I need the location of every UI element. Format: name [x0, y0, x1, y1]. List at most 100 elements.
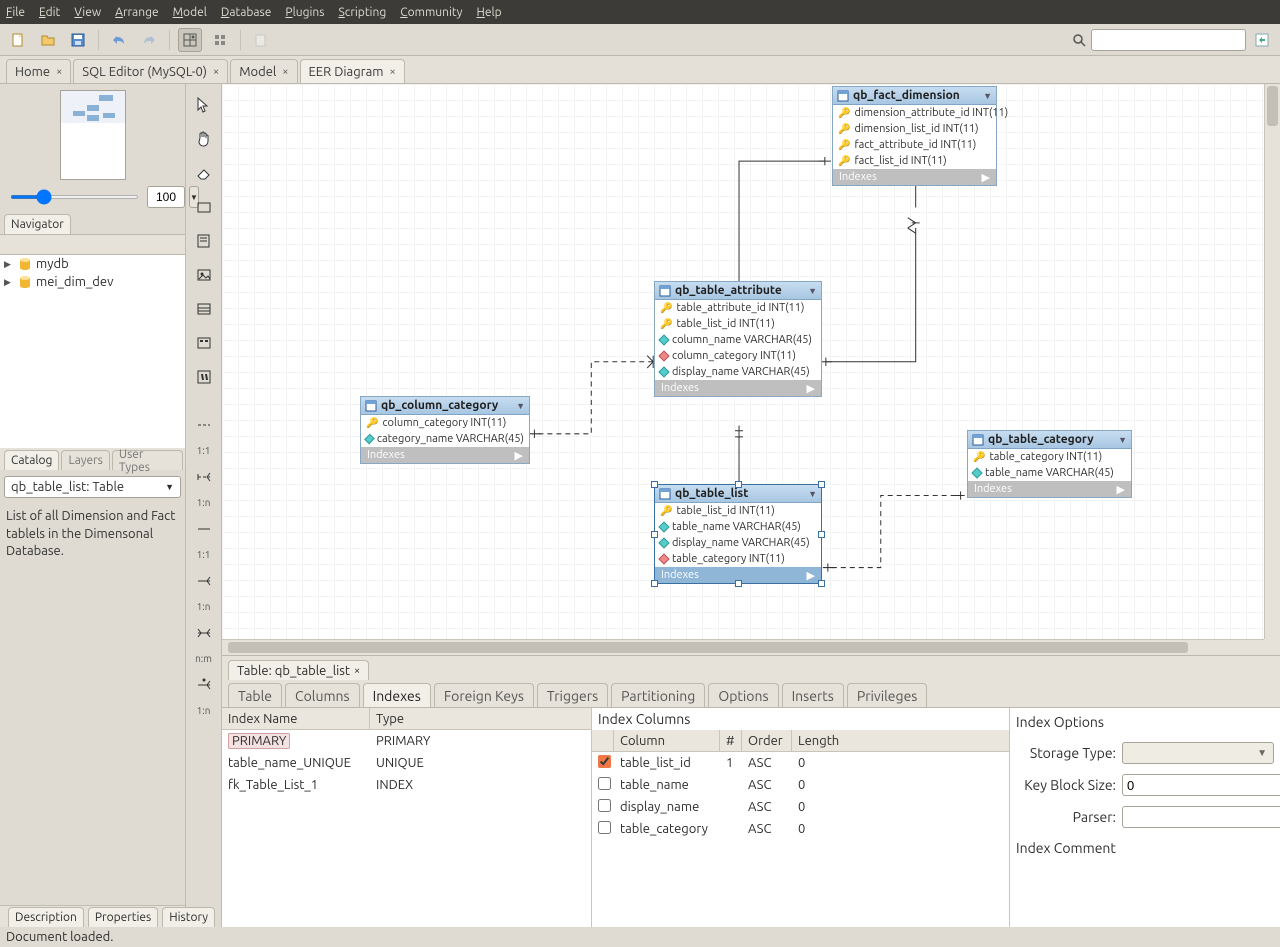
- tool-rel-1n[interactable]: [191, 464, 217, 490]
- entity-qb-table-list[interactable]: qb_table_list▼ 🔑table_list_id INT(11) ta…: [654, 484, 822, 584]
- editor-tab-partitioning[interactable]: Partitioning: [611, 683, 705, 707]
- entity-qb-table-category[interactable]: qb_table_category▼ 🔑table_category INT(1…: [967, 430, 1132, 498]
- close-icon[interactable]: ×: [282, 66, 288, 78]
- expand-icon[interactable]: ▶: [4, 259, 14, 270]
- entity-qb-column-category[interactable]: qb_column_category▼ 🔑column_category INT…: [360, 396, 530, 464]
- column-checkbox[interactable]: [598, 821, 611, 834]
- overview-minimap[interactable]: [60, 90, 126, 180]
- zoom-value[interactable]: [147, 186, 185, 208]
- tab-model[interactable]: Model×: [230, 59, 297, 83]
- tool-table[interactable]: [191, 296, 217, 322]
- menu-plugins[interactable]: Plugins: [285, 6, 324, 19]
- expand-icon[interactable]: ▶: [4, 277, 14, 288]
- storage-type-select[interactable]: ▼: [1122, 742, 1274, 764]
- desc-tab-description[interactable]: Description: [8, 907, 84, 927]
- navigator-tab[interactable]: Navigator: [4, 214, 71, 234]
- editor-tab-table[interactable]: Table: [228, 683, 282, 707]
- redo-button[interactable]: [137, 28, 161, 52]
- close-icon[interactable]: ×: [390, 66, 396, 78]
- editor-tab-options[interactable]: Options: [708, 683, 778, 707]
- tool-note[interactable]: [191, 228, 217, 254]
- editor-tab-foreignkeys[interactable]: Foreign Keys: [434, 683, 534, 707]
- menu-view[interactable]: View: [74, 6, 101, 19]
- tool-hand[interactable]: [191, 126, 217, 152]
- collapse-icon[interactable]: ▼: [983, 91, 992, 101]
- diagram-canvas[interactable]: qb_fact_dimension▼ 🔑dimension_attribute_…: [222, 84, 1280, 655]
- index-column-row[interactable]: table_category ASC 0: [592, 818, 1009, 840]
- index-row[interactable]: PRIMARY PRIMARY: [222, 730, 591, 752]
- column-checkbox[interactable]: [598, 755, 611, 768]
- tool-eraser[interactable]: [191, 160, 217, 186]
- expand-icon[interactable]: ▶: [807, 569, 815, 582]
- editor-panel-tab[interactable]: Table: qb_table_list×: [228, 660, 369, 680]
- tool-rel-existing[interactable]: [191, 672, 217, 698]
- catalog-tab-catalog[interactable]: Catalog: [4, 450, 59, 470]
- tool-rel-11b[interactable]: [191, 516, 217, 542]
- key-block-size-input[interactable]: [1122, 774, 1280, 796]
- tool-rel-nm[interactable]: [191, 620, 217, 646]
- search-input[interactable]: [1091, 29, 1246, 51]
- tool-pointer[interactable]: [191, 92, 217, 118]
- editor-tab-triggers[interactable]: Triggers: [537, 683, 608, 707]
- vertical-scrollbar[interactable]: [1264, 84, 1280, 639]
- horizontal-scrollbar[interactable]: [222, 639, 1264, 655]
- column-checkbox[interactable]: [598, 799, 611, 812]
- expand-icon[interactable]: ▶: [807, 382, 815, 395]
- expand-icon[interactable]: ▶: [515, 449, 523, 462]
- db-item[interactable]: ▶ mei_dim_dev: [0, 273, 185, 291]
- editor-tab-privileges[interactable]: Privileges: [847, 683, 928, 707]
- undo-button[interactable]: [107, 28, 131, 52]
- expand-icon[interactable]: ▶: [1117, 483, 1125, 496]
- tab-home[interactable]: Home×: [6, 59, 71, 83]
- entity-qb-table-attribute[interactable]: qb_table_attribute▼ 🔑table_attribute_id …: [654, 281, 822, 397]
- collapse-icon[interactable]: ▼: [808, 286, 817, 296]
- index-column-row[interactable]: table_name ASC 0: [592, 774, 1009, 796]
- menu-edit[interactable]: Edit: [39, 6, 60, 19]
- tool-image[interactable]: [191, 262, 217, 288]
- close-icon[interactable]: ×: [354, 665, 360, 677]
- editor-tab-inserts[interactable]: Inserts: [782, 683, 844, 707]
- menu-community[interactable]: Community: [400, 6, 462, 19]
- editor-tab-indexes[interactable]: Indexes: [363, 683, 431, 707]
- index-list[interactable]: Index Name Type PRIMARY PRIMARY table_na…: [222, 708, 592, 927]
- menu-help[interactable]: Help: [476, 6, 501, 19]
- menu-model[interactable]: Model: [173, 6, 207, 19]
- index-column-row[interactable]: table_list_id 1 ASC 0: [592, 752, 1009, 774]
- catalog-tab-usertypes[interactable]: User Types: [112, 450, 183, 470]
- close-icon[interactable]: ×: [213, 66, 219, 78]
- menu-scripting[interactable]: Scripting: [338, 6, 386, 19]
- close-icon[interactable]: ×: [56, 66, 62, 78]
- index-column-row[interactable]: display_name ASC 0: [592, 796, 1009, 818]
- paste-button[interactable]: [249, 28, 273, 52]
- tab-eer-diagram[interactable]: EER Diagram×: [300, 59, 405, 83]
- collapse-icon[interactable]: ▼: [516, 401, 525, 411]
- entity-qb-fact-dimension[interactable]: qb_fact_dimension▼ 🔑dimension_attribute_…: [832, 86, 997, 186]
- collapse-icon[interactable]: ▼: [1118, 435, 1127, 445]
- open-file-button[interactable]: [36, 28, 60, 52]
- tool-rel-1nb[interactable]: [191, 568, 217, 594]
- new-file-button[interactable]: [6, 28, 30, 52]
- desc-tab-properties[interactable]: Properties: [88, 907, 158, 927]
- menu-file[interactable]: File: [6, 6, 25, 19]
- search-go-button[interactable]: [1250, 28, 1274, 52]
- db-item[interactable]: ▶ mydb: [0, 255, 185, 273]
- parser-input[interactable]: [1122, 806, 1280, 828]
- expand-icon[interactable]: ▶: [982, 171, 990, 184]
- editor-tab-columns[interactable]: Columns: [285, 683, 360, 707]
- menu-arrange[interactable]: Arrange: [115, 6, 158, 19]
- menubar[interactable]: File Edit View Arrange Model Database Pl…: [0, 0, 1280, 24]
- menu-database[interactable]: Database: [221, 6, 272, 19]
- catalog-tab-layers[interactable]: Layers: [61, 450, 109, 470]
- tab-sql-editor[interactable]: SQL Editor (MySQL-0)×: [73, 59, 228, 83]
- index-row[interactable]: table_name_UNIQUE UNIQUE: [222, 752, 591, 774]
- collapse-icon[interactable]: ▼: [808, 489, 817, 499]
- save-button[interactable]: [66, 28, 90, 52]
- grid-toggle-button[interactable]: [178, 28, 202, 52]
- align-grid-button[interactable]: [208, 28, 232, 52]
- tool-layer[interactable]: [191, 194, 217, 220]
- object-selector[interactable]: qb_table_list: Table ▼: [4, 476, 181, 498]
- tool-view[interactable]: [191, 330, 217, 356]
- tool-rel-11[interactable]: [191, 412, 217, 438]
- index-row[interactable]: fk_Table_List_1 INDEX: [222, 774, 591, 796]
- catalog-area[interactable]: ▶ mydb ▶ mei_dim_dev: [0, 254, 185, 448]
